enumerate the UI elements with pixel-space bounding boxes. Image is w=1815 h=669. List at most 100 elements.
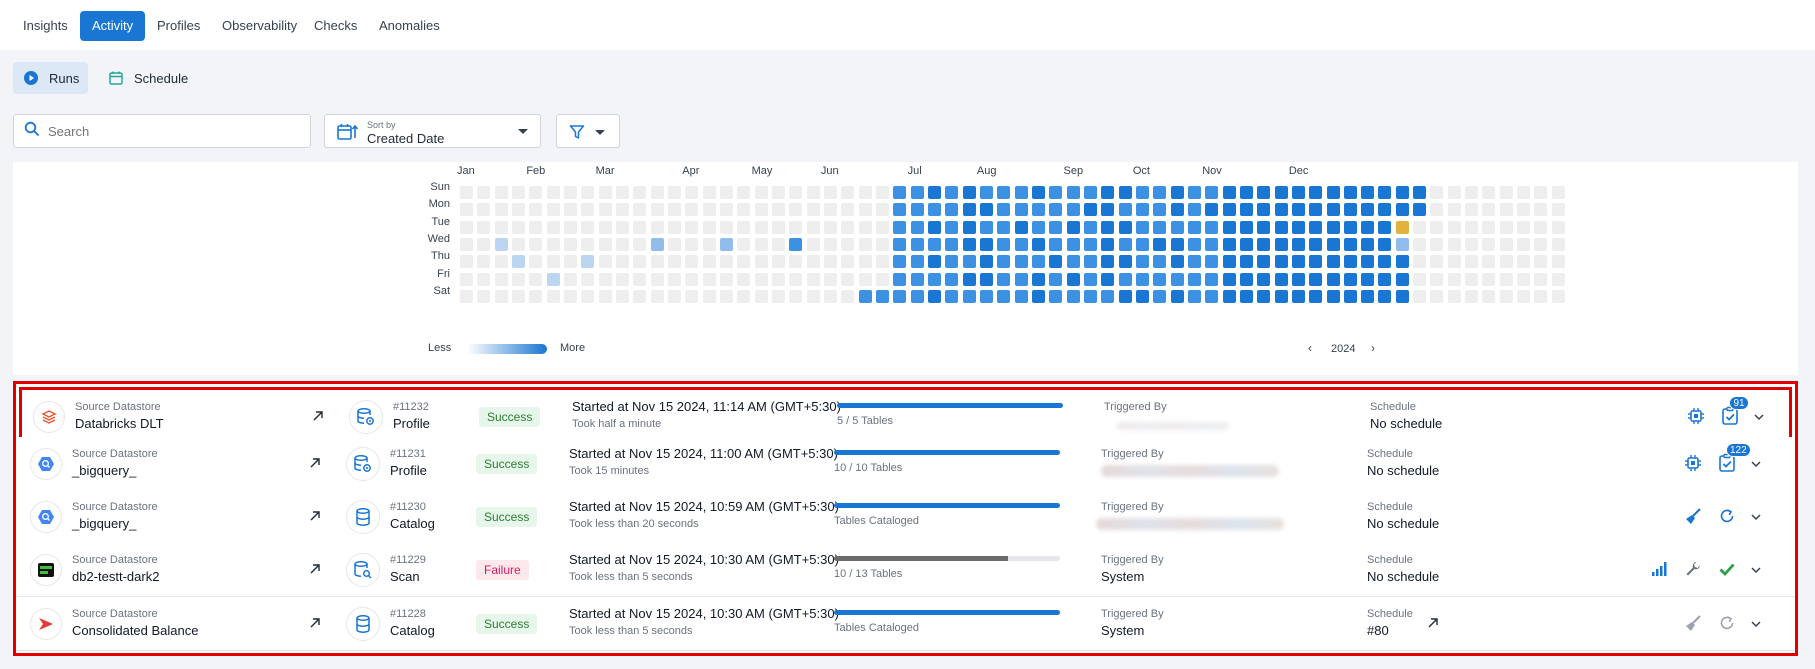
heatmap-cell[interactable] bbox=[563, 255, 577, 269]
heatmap-cell[interactable] bbox=[511, 220, 525, 234]
heatmap-cell[interactable] bbox=[529, 272, 543, 286]
heatmap-cell[interactable] bbox=[1274, 255, 1288, 269]
heatmap-cell[interactable] bbox=[910, 255, 924, 269]
heatmap-cell[interactable] bbox=[1274, 272, 1288, 286]
heatmap-cell[interactable] bbox=[858, 220, 872, 234]
heatmap-cell[interactable] bbox=[1447, 272, 1461, 286]
heatmap-cell[interactable] bbox=[1326, 272, 1340, 286]
heatmap-cell[interactable] bbox=[1031, 272, 1045, 286]
heatmap-cell[interactable] bbox=[1118, 272, 1132, 286]
heatmap-cell[interactable] bbox=[494, 220, 508, 234]
heatmap-cell[interactable] bbox=[511, 237, 525, 251]
heatmap-cell[interactable] bbox=[581, 237, 595, 251]
heatmap-cell[interactable] bbox=[841, 203, 855, 217]
heatmap-cell[interactable] bbox=[1361, 186, 1375, 199]
heatmap-cell[interactable] bbox=[1361, 203, 1375, 217]
heatmap-cell[interactable] bbox=[615, 237, 629, 251]
heatmap-cell[interactable] bbox=[702, 186, 716, 199]
heatmap-cell[interactable] bbox=[1378, 220, 1392, 234]
run-row[interactable]: Source Datastore _bigquery_ #11230 Catalog S… bbox=[16, 490, 1795, 544]
heatmap-cell[interactable] bbox=[789, 220, 803, 234]
schedule-value[interactable]: #80 bbox=[1367, 623, 1389, 638]
heatmap-cell[interactable] bbox=[546, 289, 560, 303]
heatmap-cell[interactable] bbox=[598, 203, 612, 217]
heatmap-cell[interactable] bbox=[1222, 272, 1236, 286]
check-icon[interactable] bbox=[1716, 558, 1738, 580]
open-datastore-icon[interactable] bbox=[309, 509, 321, 527]
heatmap-cell[interactable] bbox=[511, 186, 525, 199]
heatmap-cell[interactable] bbox=[1343, 237, 1357, 251]
heatmap-cell[interactable] bbox=[1343, 255, 1357, 269]
heatmap-cell[interactable] bbox=[1083, 237, 1097, 251]
heatmap-cell[interactable] bbox=[598, 186, 612, 199]
heatmap-cell[interactable] bbox=[1049, 220, 1063, 234]
subtab-schedule[interactable]: Schedule bbox=[98, 62, 198, 94]
heatmap-cell[interactable] bbox=[1170, 255, 1184, 269]
heatmap-cell[interactable] bbox=[1014, 220, 1028, 234]
run-row[interactable]: Source Datastore Databricks DLT #11232 Prof… bbox=[19, 387, 1792, 441]
heatmap-cell[interactable] bbox=[1205, 255, 1219, 269]
heatmap-cell[interactable] bbox=[979, 289, 993, 303]
heatmap-cell[interactable] bbox=[1257, 255, 1271, 269]
heatmap-cell[interactable] bbox=[1291, 272, 1305, 286]
heatmap-cell[interactable] bbox=[529, 186, 543, 199]
heatmap-cell[interactable] bbox=[806, 186, 820, 199]
heatmap-cell[interactable] bbox=[1309, 186, 1323, 199]
heatmap-cell[interactable] bbox=[1205, 289, 1219, 303]
heatmap-cell[interactable] bbox=[806, 220, 820, 234]
heatmap-cell[interactable] bbox=[945, 220, 959, 234]
heatmap-cell[interactable] bbox=[650, 289, 664, 303]
heatmap-cell[interactable] bbox=[1465, 220, 1479, 234]
subtab-runs[interactable]: Runs bbox=[13, 62, 88, 94]
heatmap-cell[interactable] bbox=[460, 186, 473, 199]
heatmap-cell[interactable] bbox=[494, 203, 508, 217]
heatmap-cell[interactable] bbox=[1049, 237, 1063, 251]
heatmap-cell[interactable] bbox=[771, 255, 785, 269]
heatmap-cell[interactable] bbox=[910, 237, 924, 251]
heatmap-cell[interactable] bbox=[1413, 289, 1427, 303]
heatmap-cell[interactable] bbox=[771, 220, 785, 234]
heatmap-cell[interactable] bbox=[633, 237, 647, 251]
heatmap-cell[interactable] bbox=[910, 289, 924, 303]
heatmap-cell[interactable] bbox=[1534, 186, 1548, 199]
heatmap-cell[interactable] bbox=[910, 203, 924, 217]
heatmap-cell[interactable] bbox=[494, 255, 508, 269]
heatmap-cell[interactable] bbox=[1066, 255, 1080, 269]
heatmap-cell[interactable] bbox=[1291, 289, 1305, 303]
heatmap-cell[interactable] bbox=[615, 186, 629, 199]
heatmap-cell[interactable] bbox=[529, 220, 543, 234]
heatmap-cell[interactable] bbox=[1101, 272, 1115, 286]
heatmap-cell[interactable] bbox=[1222, 186, 1236, 199]
heatmap-cell[interactable] bbox=[1083, 255, 1097, 269]
tab-profiles[interactable]: Profiles bbox=[145, 11, 212, 41]
heatmap-cell[interactable] bbox=[719, 255, 733, 269]
heatmap-cell[interactable] bbox=[1551, 272, 1565, 286]
heatmap-cell[interactable] bbox=[719, 272, 733, 286]
heatmap-cell[interactable] bbox=[511, 255, 525, 269]
heatmap-cell[interactable] bbox=[1309, 237, 1323, 251]
heatmap-cell[interactable] bbox=[702, 237, 716, 251]
heatmap-cell[interactable] bbox=[1534, 220, 1548, 234]
heatmap-cell[interactable] bbox=[979, 220, 993, 234]
heatmap-cell[interactable] bbox=[806, 237, 820, 251]
heatmap-cell[interactable] bbox=[477, 272, 491, 286]
heatmap-cell[interactable] bbox=[771, 203, 785, 217]
heatmap-cell[interactable] bbox=[1135, 289, 1149, 303]
heatmap-cell[interactable] bbox=[1239, 186, 1253, 199]
heatmap-cell[interactable] bbox=[685, 255, 699, 269]
heatmap-cell[interactable] bbox=[1447, 186, 1461, 199]
heatmap-cell[interactable] bbox=[1395, 255, 1409, 269]
heatmap-cell[interactable] bbox=[1049, 255, 1063, 269]
refresh-icon[interactable] bbox=[1716, 505, 1738, 527]
heatmap-cell[interactable] bbox=[945, 255, 959, 269]
heatmap-cell[interactable] bbox=[685, 203, 699, 217]
heatmap-cell[interactable] bbox=[1378, 186, 1392, 199]
heatmap-cell[interactable] bbox=[650, 203, 664, 217]
heatmap-cell[interactable] bbox=[1170, 203, 1184, 217]
expand-row-icon[interactable] bbox=[1753, 410, 1765, 428]
heatmap-cell[interactable] bbox=[1361, 289, 1375, 303]
next-year-icon[interactable]: › bbox=[1371, 341, 1375, 355]
heatmap-cell[interactable] bbox=[1083, 203, 1097, 217]
heatmap-cell[interactable] bbox=[1465, 272, 1479, 286]
heatmap-cell[interactable] bbox=[1066, 272, 1080, 286]
